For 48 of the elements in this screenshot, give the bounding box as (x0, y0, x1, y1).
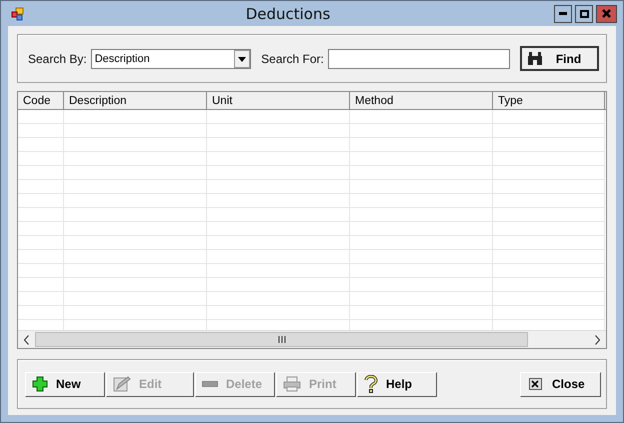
search-by-label: Search By: (28, 52, 87, 66)
table-cell (18, 166, 64, 180)
find-button[interactable]: Find (520, 46, 599, 71)
table-cell (18, 110, 64, 124)
column-header[interactable]: Code (18, 92, 64, 110)
table-cell (18, 208, 64, 222)
scrollbar-thumb[interactable] (35, 332, 528, 347)
minus-icon (202, 380, 218, 388)
table-cell (18, 124, 64, 138)
table-cell (18, 236, 64, 250)
maximize-icon (580, 10, 588, 18)
search-by-dropdown[interactable]: Description (90, 48, 252, 68)
table-cell (18, 152, 64, 166)
plus-icon (32, 376, 48, 392)
printer-icon (283, 376, 301, 392)
table-cell (18, 180, 64, 194)
table-cell (18, 306, 64, 320)
table-cell (18, 250, 64, 264)
table-cell (18, 292, 64, 306)
scroll-right-icon (595, 334, 600, 344)
question-mark-icon (364, 375, 378, 393)
table-cell (18, 222, 64, 236)
new-button[interactable]: New (25, 372, 105, 396)
binoculars-icon (528, 52, 542, 65)
help-button[interactable]: Help (357, 372, 437, 396)
grip-icon (278, 336, 286, 343)
minimize-icon (559, 12, 567, 15)
close-window-button[interactable]: Close (520, 372, 601, 396)
maximize-button[interactable] (575, 4, 593, 22)
app-icon (11, 6, 25, 20)
notepad-pencil-icon (113, 376, 131, 392)
horizontal-scrollbar[interactable] (18, 330, 606, 348)
column-header[interactable]: Unit (207, 92, 350, 110)
search-for-label: Search For: (261, 52, 324, 66)
close-icon (529, 378, 542, 390)
table-cell (18, 138, 64, 152)
table-cell (18, 278, 64, 292)
close-icon (602, 9, 611, 18)
column-header[interactable]: Method (350, 92, 493, 110)
table-cell (18, 264, 64, 278)
column-header[interactable]: Description (64, 92, 207, 110)
minimize-button[interactable] (554, 4, 572, 22)
table-cell (18, 194, 64, 208)
close-button[interactable] (596, 4, 617, 22)
column-header[interactable]: Type (493, 92, 605, 110)
search-field[interactable] (328, 48, 510, 68)
scroll-left-icon (24, 334, 29, 344)
window-title: Deductions (244, 4, 332, 22)
